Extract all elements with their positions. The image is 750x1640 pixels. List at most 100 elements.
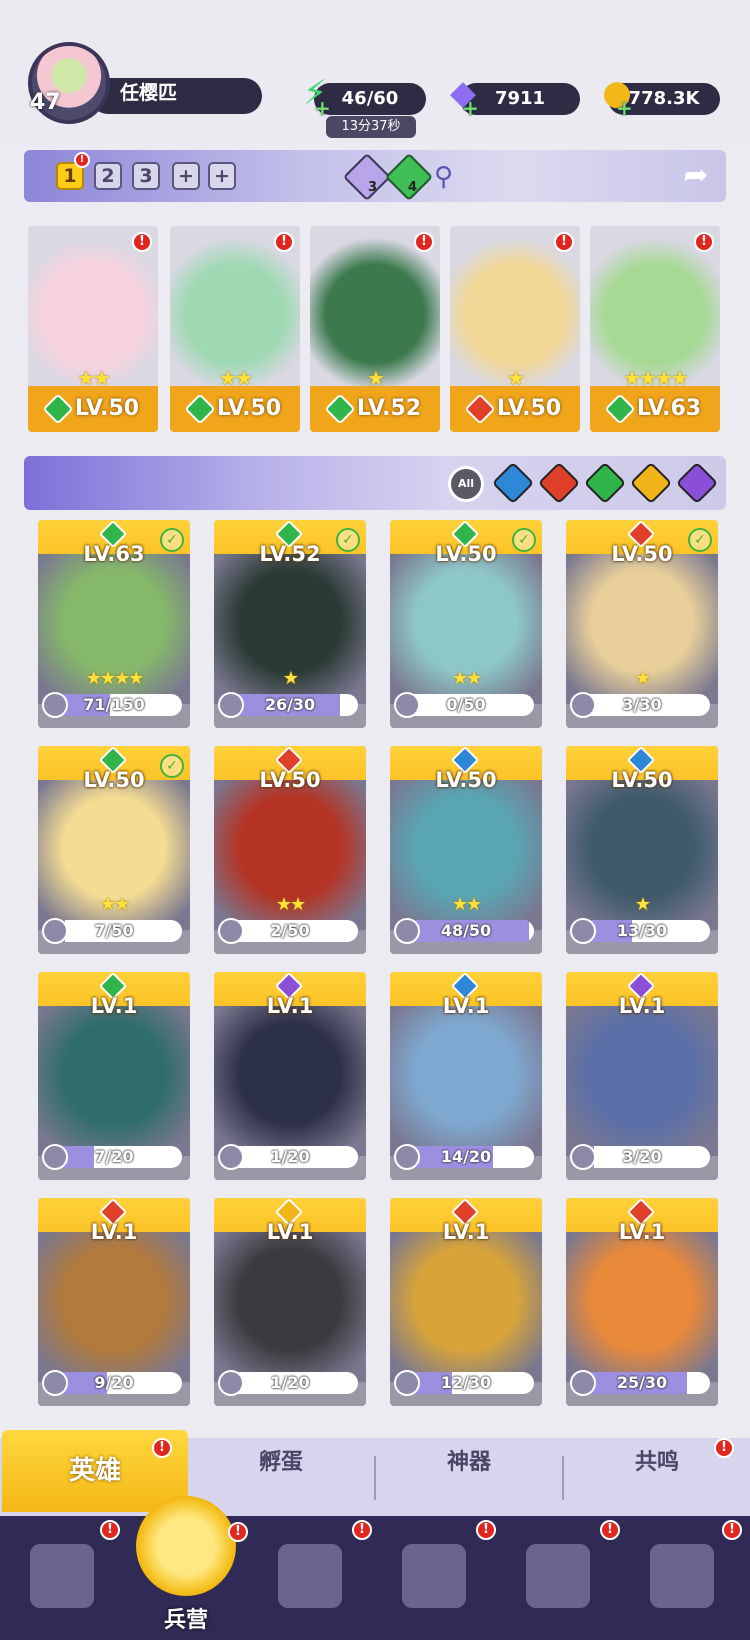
alert-icon: ! [152, 1438, 172, 1458]
hero-level: LV.1 [442, 1220, 490, 1244]
team-hero-card[interactable]: ! ★★ LV.50 [28, 226, 158, 432]
alert-icon: ! [554, 232, 574, 252]
nav-guild-icon[interactable] [518, 1536, 598, 1616]
shard-icon [570, 692, 596, 718]
check-icon: ✓ [688, 528, 712, 552]
hero-level-text: LV.50 [74, 396, 140, 421]
hero-stars: ★★ [451, 668, 482, 689]
player-level: 47 [30, 90, 61, 115]
hero-stars: ★★★★ [85, 668, 145, 689]
team-hero-card[interactable]: ! ★★★★ LV.63 [590, 226, 720, 432]
green-gem-count: 4 [408, 180, 418, 195]
hero-card[interactable]: LV.50 ★★ 48/50 [390, 746, 542, 954]
hero-portrait [566, 1006, 718, 1156]
team-tab-3[interactable]: 3 [132, 162, 160, 190]
hero-card[interactable]: LV.50 ✓ ★★ 0/50 [390, 520, 542, 728]
diamond-icon[interactable]: ◆ + [440, 70, 486, 120]
hero-level: LV.1 [442, 994, 490, 1018]
hero-level: LV.1 [618, 994, 666, 1018]
hero-level: LV.63 [590, 386, 720, 432]
hero-stars: ★★ [451, 894, 482, 915]
alert-icon: ! [694, 232, 714, 252]
shard-icon [42, 1370, 68, 1396]
shard-icon [218, 918, 244, 944]
coin-icon[interactable]: ● + [594, 70, 640, 120]
tab-artifacts[interactable]: 神器 [376, 1444, 562, 1512]
player-name[interactable]: 任樱匹 [90, 78, 262, 114]
hero-card[interactable]: LV.50 ★ 13/30 [566, 746, 718, 954]
search-icon[interactable]: ⚲ [434, 162, 453, 192]
hero-card[interactable]: LV.50 ✓ ★ 3/30 [566, 520, 718, 728]
team-tab-2[interactable]: 2 [94, 162, 122, 190]
hero-portrait [390, 1006, 542, 1156]
hero-card[interactable]: LV.50 ✓ ★★ 7/50 [38, 746, 190, 954]
nav-cards-icon[interactable] [22, 1536, 102, 1616]
hero-card[interactable]: LV.1 1/20 [214, 1198, 366, 1406]
alert-icon: ! [414, 232, 434, 252]
team-hero-card[interactable]: ! ★★ LV.50 [170, 226, 300, 432]
nav-castle-icon[interactable] [394, 1536, 474, 1616]
hero-portrait [214, 1006, 366, 1156]
hero-level: LV.1 [90, 1220, 138, 1244]
shard-icon [394, 1144, 420, 1170]
alert-icon: ! [722, 1520, 742, 1540]
hero-card[interactable]: LV.50 ★★ 2/50 [214, 746, 366, 954]
nature-element-icon [604, 393, 636, 425]
shard-icon [570, 918, 596, 944]
hero-level: LV.50 [450, 386, 580, 432]
alert-icon: ! [352, 1520, 372, 1540]
team-hero-card[interactable]: ! ★ LV.52 [310, 226, 440, 432]
shard-icon [218, 1144, 244, 1170]
shard-icon [570, 1144, 596, 1170]
hero-card[interactable]: LV.52 ✓ ★ 26/30 [214, 520, 366, 728]
hero-level: LV.1 [618, 1220, 666, 1244]
hero-level: LV.50 [170, 386, 300, 432]
team-tab-add[interactable]: + [172, 162, 200, 190]
fire-element-icon [464, 393, 496, 425]
team-tab-add[interactable]: + [208, 162, 236, 190]
hero-level: LV.50 [28, 386, 158, 432]
hero-portrait [38, 1232, 190, 1382]
hero-level: LV.1 [266, 1220, 314, 1244]
hero-card[interactable]: LV.1 12/30 [390, 1198, 542, 1406]
shard-icon [218, 1370, 244, 1396]
hero-stars: ★ [634, 668, 651, 689]
nature-element-icon [42, 393, 74, 425]
alert-icon: ! [274, 232, 294, 252]
shard-icon [218, 692, 244, 718]
check-icon: ✓ [336, 528, 360, 552]
shard-icon [394, 918, 420, 944]
hero-card[interactable]: LV.1 14/20 [390, 972, 542, 1180]
hero-card[interactable]: LV.1 1/20 [214, 972, 366, 1180]
shard-icon [42, 918, 68, 944]
hero-stars: ★ [282, 668, 299, 689]
share-icon[interactable]: ➦ [676, 156, 716, 196]
hero-level: LV.1 [90, 994, 138, 1018]
hero-level-text: LV.50 [216, 396, 282, 421]
hero-card[interactable]: LV.1 25/30 [566, 1198, 718, 1406]
nav-banner-icon[interactable] [642, 1536, 722, 1616]
hero-card[interactable]: LV.63 ✓ ★★★★ 71/150 [38, 520, 190, 728]
energy-timer: 13分37秒 [326, 116, 416, 138]
hero-level: LV.50 [259, 768, 321, 792]
shard-icon [570, 1370, 596, 1396]
check-icon: ✓ [160, 754, 184, 778]
nav-barracks[interactable]: 兵营 [128, 1496, 244, 1640]
alert-icon: ! [714, 1438, 734, 1458]
filter-all-button[interactable]: All [448, 466, 484, 502]
hero-card[interactable]: LV.1 3/20 [566, 972, 718, 1180]
team-hero-card[interactable]: ! ★ LV.50 [450, 226, 580, 432]
nature-element-icon [324, 393, 356, 425]
alert-icon: ! [132, 232, 152, 252]
lightning-icon[interactable]: ⚡ + [292, 70, 338, 120]
nav-map-icon[interactable] [270, 1536, 350, 1616]
hero-card[interactable]: LV.1 9/20 [38, 1198, 190, 1406]
shard-icon [394, 692, 420, 718]
hero-stars: ★ [634, 894, 651, 915]
shard-icon [42, 692, 68, 718]
hero-level-text: LV.63 [636, 396, 702, 421]
hero-level: LV.50 [611, 768, 673, 792]
check-icon: ✓ [512, 528, 536, 552]
hero-card[interactable]: LV.1 7/20 [38, 972, 190, 1180]
alert-icon: ! [600, 1520, 620, 1540]
